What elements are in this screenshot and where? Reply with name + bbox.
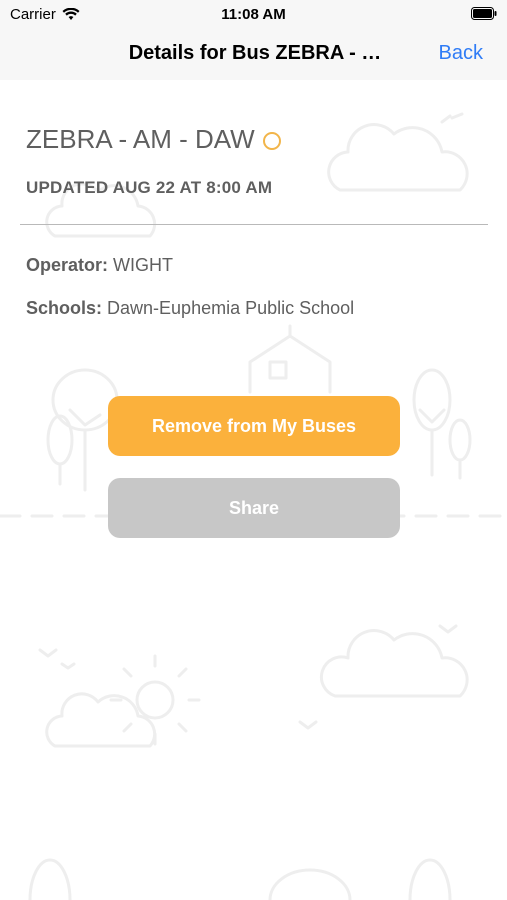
- status-circle-icon: [262, 131, 281, 150]
- schools-value: Dawn-Euphemia Public School: [107, 298, 355, 318]
- nav-title: Details for Bus ZEBRA - …: [128, 42, 382, 64]
- remove-from-my-buses-button[interactable]: Remove from My Buses: [108, 396, 400, 456]
- divider: [20, 224, 488, 225]
- schools-row: Schools: Dawn-Euphemia Public School: [26, 298, 354, 319]
- status-bar: Carrier 11:08 AM: [0, 0, 507, 28]
- share-button[interactable]: Share: [108, 478, 400, 538]
- navigation-bar: Details for Bus ZEBRA - … Back: [0, 28, 507, 80]
- operator-label: Operator:: [26, 255, 109, 275]
- schools-label: Schools:: [26, 298, 103, 318]
- back-button[interactable]: Back: [439, 42, 483, 65]
- battery-icon: [471, 7, 497, 20]
- bus-title-row: ZEBRA - AM - DAW: [26, 124, 281, 155]
- operator-row: Operator: WIGHT: [26, 255, 173, 276]
- updated-timestamp: UPDATED AUG 22 AT 8:00 AM: [26, 178, 273, 197]
- operator-value: WIGHT: [113, 255, 174, 275]
- status-time: 11:08 AM: [221, 6, 286, 23]
- bus-name: ZEBRA - AM - DAW: [26, 124, 255, 154]
